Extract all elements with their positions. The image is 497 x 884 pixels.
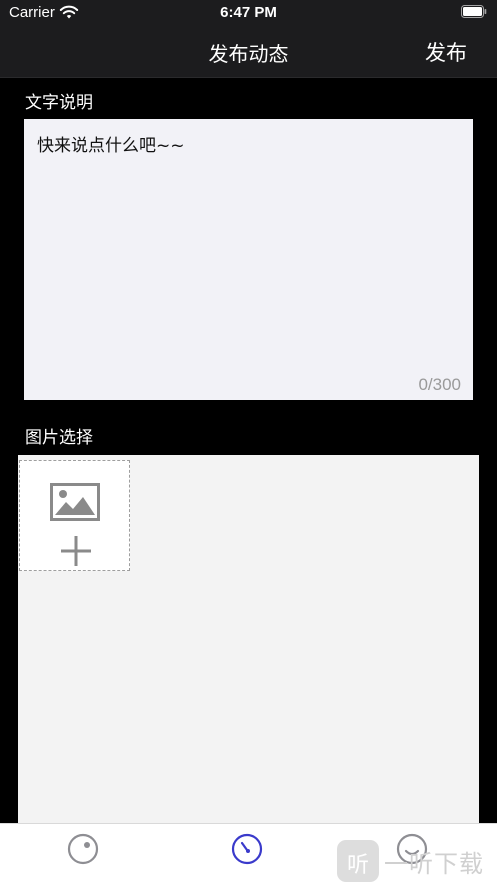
battery-icon xyxy=(461,5,487,18)
status-bar: Carrier 6:47 PM xyxy=(0,0,497,28)
status-time: 6:47 PM xyxy=(220,4,277,21)
watermark: 听 一听下载 xyxy=(337,838,495,882)
image-picker-area xyxy=(18,455,479,825)
image-section-label: 图片选择 xyxy=(25,428,93,448)
description-placeholder: 快来说点什么吧~~ xyxy=(37,136,185,156)
description-textarea[interactable]: 快来说点什么吧~~ 0/300 xyxy=(24,119,473,400)
text-section-label: 文字说明 xyxy=(25,93,93,113)
tab-dashboard[interactable] xyxy=(230,832,264,866)
page-title: 发布动态 xyxy=(208,42,289,66)
discover-icon xyxy=(67,833,99,865)
plus-icon xyxy=(61,536,91,566)
add-image-button[interactable] xyxy=(19,460,130,571)
image-placeholder-icon xyxy=(50,483,100,521)
watermark-text: 一听下载 xyxy=(384,850,484,878)
nav-bar: 发布动态 发布 xyxy=(0,28,497,78)
watermark-badge-text: 听 xyxy=(346,853,369,878)
watermark-badge: 听 xyxy=(337,840,379,882)
dashboard-icon xyxy=(231,833,263,865)
publish-button[interactable]: 发布 xyxy=(425,37,467,67)
tab-discover[interactable] xyxy=(66,832,100,866)
character-counter: 0/300 xyxy=(418,375,461,394)
